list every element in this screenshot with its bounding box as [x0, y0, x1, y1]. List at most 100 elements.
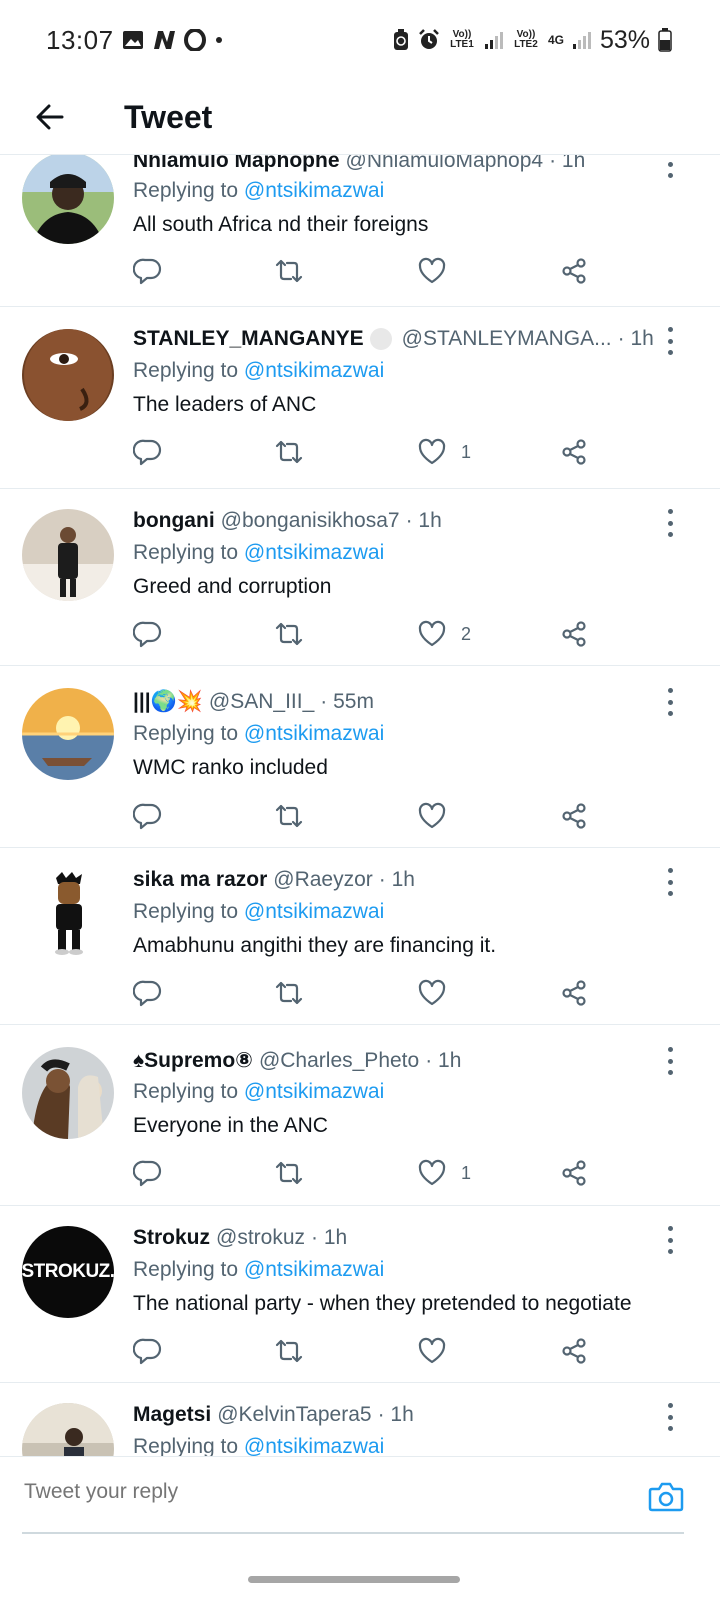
mention-link[interactable]: @ntsikimazwai — [244, 359, 384, 382]
share-button[interactable] — [559, 434, 589, 470]
tweet-item[interactable]: sika ma razor @Raeyzor · 1h Replying to … — [0, 848, 720, 1025]
more-options-button[interactable] — [662, 509, 678, 537]
tweet-item[interactable]: STROKUZ. Strokuz @strokuz · 1h Replying … — [0, 1206, 720, 1383]
tweet-actions: 1 — [133, 434, 603, 470]
mention-link[interactable]: @ntsikimazwai — [244, 541, 384, 564]
replying-prefix: Replying to — [133, 1258, 244, 1281]
tweet-header: bongani @bonganisikhosa7 · 1h — [133, 509, 660, 533]
retweet-icon — [275, 622, 303, 646]
display-name[interactable]: bongani — [133, 509, 215, 533]
share-button[interactable] — [559, 253, 589, 289]
share-button[interactable] — [559, 616, 589, 652]
mention-link[interactable]: @ntsikimazwai — [244, 1080, 384, 1103]
avatar[interactable] — [22, 868, 114, 960]
reply-button[interactable] — [133, 434, 163, 470]
more-options-button[interactable] — [662, 327, 678, 355]
display-name[interactable]: Nhlamulo Maphophe — [133, 154, 340, 173]
network-type-label: 4G — [547, 33, 564, 47]
replying-prefix: Replying to — [133, 179, 244, 202]
more-options-button[interactable] — [662, 868, 678, 896]
camera-button[interactable] — [648, 1479, 684, 1513]
display-name[interactable]: |||🌍💥 — [133, 690, 203, 714]
display-name[interactable]: Strokuz — [133, 1226, 210, 1250]
retweet-button[interactable] — [273, 798, 305, 834]
mention-link[interactable]: @ntsikimazwai — [244, 1258, 384, 1281]
reply-input[interactable] — [22, 1479, 546, 1505]
mention-link[interactable]: @ntsikimazwai — [244, 179, 384, 202]
mention-link[interactable]: @ntsikimazwai — [244, 722, 384, 745]
user-handle[interactable]: @bonganisikhosa7 — [221, 509, 400, 533]
share-button[interactable] — [559, 975, 589, 1011]
tweet-actions — [133, 253, 603, 289]
avatar[interactable]: STROKUZ. — [22, 1226, 114, 1318]
avatar[interactable] — [22, 688, 114, 780]
like-button[interactable] — [417, 1333, 461, 1369]
retweet-button[interactable] — [273, 253, 305, 289]
avatar[interactable] — [22, 509, 114, 601]
tweet-item[interactable]: STANLEY_MANGANYE @STANLEYMANGA... · 1h R… — [0, 307, 720, 489]
tweet-header: sika ma razor @Raeyzor · 1h — [133, 868, 660, 892]
opera-icon — [183, 29, 206, 51]
more-options-button[interactable] — [662, 688, 678, 716]
reply-icon — [133, 1338, 162, 1365]
avatar[interactable] — [22, 1047, 114, 1139]
mention-link[interactable]: @ntsikimazwai — [244, 1435, 384, 1458]
n-app-icon — [152, 29, 176, 51]
more-options-button[interactable] — [662, 1403, 678, 1431]
tweet-item[interactable]: ♠Supremo⑧ @Charles_Pheto · 1h Replying t… — [0, 1025, 720, 1206]
retweet-button[interactable] — [273, 1155, 305, 1191]
share-icon — [562, 258, 586, 284]
status-bar: 13:07 Vo)) LTE1 Vo)) LTE2 4G 53% — [0, 0, 720, 80]
display-name[interactable]: STANLEY_MANGANYE — [133, 327, 364, 351]
tweet-item[interactable]: bongani @bonganisikhosa7 · 1h Replying t… — [0, 489, 720, 666]
share-button[interactable] — [559, 798, 589, 834]
more-options-button[interactable] — [662, 1226, 678, 1254]
avatar[interactable] — [22, 154, 114, 244]
retweet-button[interactable] — [273, 1333, 305, 1369]
tweet-header: Strokuz @strokuz · 1h — [133, 1226, 660, 1250]
reply-button[interactable] — [133, 253, 163, 289]
like-button[interactable]: 2 — [417, 616, 471, 652]
back-button[interactable] — [30, 97, 70, 137]
display-name[interactable]: ♠Supremo⑧ — [133, 1048, 253, 1073]
user-handle[interactable]: @NhlamuloMaphop4 — [346, 154, 544, 173]
heart-icon — [418, 1337, 446, 1364]
mention-link[interactable]: @ntsikimazwai — [244, 900, 384, 923]
user-handle[interactable]: @Raeyzor — [273, 868, 373, 892]
reply-button[interactable] — [133, 1155, 163, 1191]
user-handle[interactable]: @STANLEYMANGA... — [402, 327, 612, 351]
replies-feed[interactable]: Nhlamulo Maphophe @NhlamuloMaphop4 · 1h … — [0, 154, 720, 1484]
retweet-button[interactable] — [273, 975, 305, 1011]
reply-button[interactable] — [133, 975, 163, 1011]
avatar[interactable] — [22, 329, 114, 421]
display-name[interactable]: sika ma razor — [133, 868, 267, 892]
user-handle[interactable]: @strokuz — [216, 1226, 305, 1250]
like-button[interactable]: 1 — [417, 1155, 471, 1191]
retweet-button[interactable] — [273, 434, 305, 470]
heart-icon — [418, 620, 446, 647]
user-handle[interactable]: @KelvinTapera5 — [217, 1403, 371, 1427]
display-name[interactable]: Magetsi — [133, 1403, 211, 1427]
reply-button[interactable] — [133, 616, 163, 652]
tweet-item[interactable]: Nhlamulo Maphophe @NhlamuloMaphop4 · 1h … — [0, 154, 720, 307]
user-handle[interactable]: @Charles_Pheto — [259, 1049, 419, 1073]
like-button[interactable]: 1 — [417, 434, 471, 470]
user-handle[interactable]: @SAN_III_ — [209, 690, 314, 714]
more-options-button[interactable] — [662, 154, 678, 178]
reply-icon — [133, 980, 162, 1007]
like-button[interactable] — [417, 798, 461, 834]
reply-button[interactable] — [133, 1333, 163, 1369]
more-options-button[interactable] — [662, 1047, 678, 1075]
share-button[interactable] — [559, 1333, 589, 1369]
share-button[interactable] — [559, 1155, 589, 1191]
reply-button[interactable] — [133, 798, 163, 834]
tweet-item[interactable]: |||🌍💥 @SAN_III_ · 55m Replying to @ntsik… — [0, 666, 720, 848]
retweet-button[interactable] — [273, 616, 305, 652]
like-button[interactable] — [417, 975, 461, 1011]
replying-to: Replying to @ntsikimazwai — [133, 179, 384, 203]
tweet-time: · 1h — [425, 1049, 462, 1072]
like-button[interactable] — [417, 253, 461, 289]
home-indicator[interactable] — [248, 1576, 460, 1583]
replying-prefix: Replying to — [133, 900, 244, 923]
share-icon — [562, 621, 586, 647]
